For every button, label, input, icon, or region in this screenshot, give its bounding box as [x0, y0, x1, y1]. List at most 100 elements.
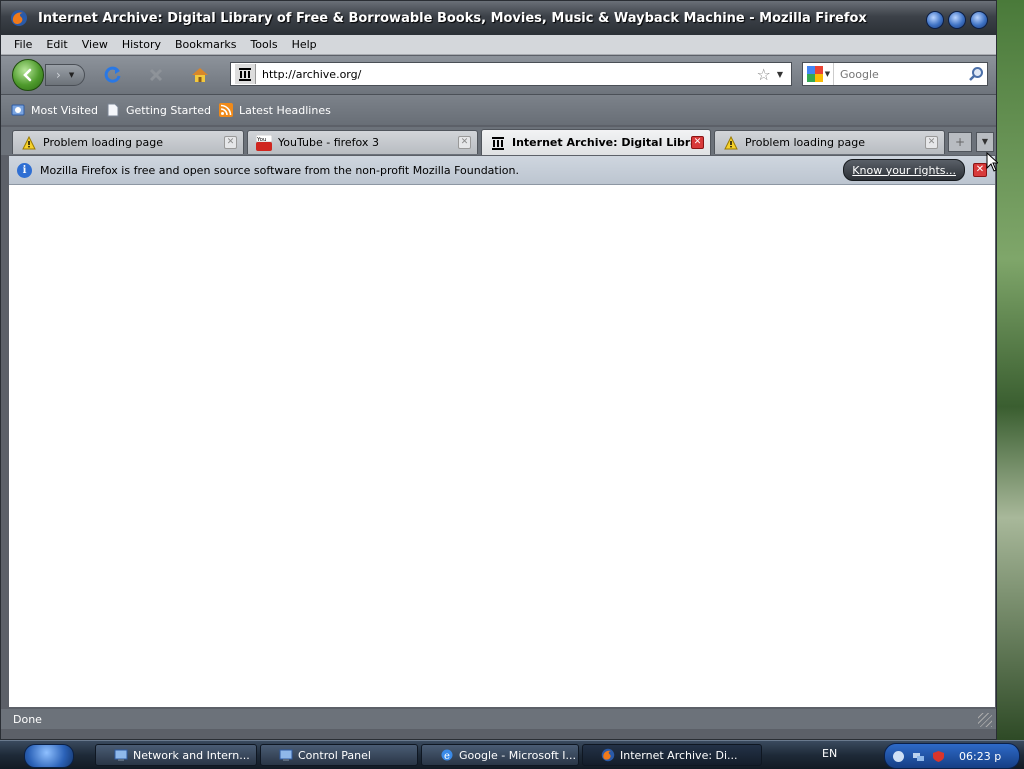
- site-identity-button[interactable]: [235, 64, 256, 84]
- search-engine-button[interactable]: ▼: [803, 63, 834, 85]
- minimize-button[interactable]: [926, 11, 944, 29]
- close-icon[interactable]: ✕: [973, 163, 987, 177]
- reload-icon: [104, 66, 121, 83]
- menu-bookmarks[interactable]: Bookmarks: [168, 38, 243, 51]
- back-button[interactable]: [12, 59, 44, 91]
- title-bar[interactable]: Internet Archive: Digital Library of Fre…: [1, 1, 996, 35]
- task-internet-archive-firefox[interactable]: Internet Archive: Di...: [582, 744, 762, 766]
- bookmark-latest-headlines[interactable]: Latest Headlines: [219, 103, 331, 117]
- search-icon[interactable]: [968, 66, 984, 82]
- stop-icon: [149, 68, 163, 82]
- bookmarks-toolbar: Most Visited Getting Started Latest Head…: [1, 95, 996, 125]
- home-icon: [192, 68, 208, 82]
- clock[interactable]: 06:23 p: [959, 750, 1001, 763]
- ie-icon: e: [440, 748, 454, 762]
- desktop-background: [996, 0, 1024, 740]
- task-network-and-internet[interactable]: Network and Intern...: [95, 744, 257, 766]
- maximize-button[interactable]: [948, 11, 966, 29]
- tab-label: Problem loading page: [745, 136, 865, 149]
- status-bar: Done: [1, 709, 996, 729]
- most-visited-icon: [11, 104, 25, 116]
- task-label: Google - Microsoft I...: [459, 748, 577, 762]
- home-button[interactable]: [190, 65, 210, 85]
- tab-close-icon[interactable]: ✕: [224, 136, 237, 149]
- url-text[interactable]: http://archive.org/: [262, 68, 757, 81]
- language-indicator[interactable]: EN: [822, 747, 837, 760]
- info-icon: i: [17, 162, 32, 178]
- rss-icon: [219, 103, 233, 117]
- history-dropdown-icon[interactable]: ▼: [69, 71, 74, 79]
- task-label: Internet Archive: Di...: [620, 748, 738, 762]
- stop-button[interactable]: [146, 65, 166, 85]
- task-google-ie[interactable]: e Google - Microsoft I...: [421, 744, 579, 766]
- tab-youtube[interactable]: You YouTube - firefox 3 ✕: [247, 130, 478, 154]
- know-your-rights-button[interactable]: Know your rights...: [843, 159, 965, 181]
- archive-icon: [490, 135, 506, 151]
- back-arrow-icon: [23, 68, 32, 82]
- bookmark-star-icon[interactable]: ☆: [757, 65, 771, 84]
- page-icon: [107, 103, 119, 117]
- mouse-cursor-icon: [986, 152, 998, 172]
- tab-close-icon[interactable]: ✕: [458, 136, 471, 149]
- bookmark-label: Most Visited: [31, 103, 98, 117]
- warning-icon: [21, 135, 37, 151]
- menu-file[interactable]: File: [7, 38, 39, 51]
- menu-tools[interactable]: Tools: [243, 38, 284, 51]
- forward-button[interactable]: › ▼: [45, 64, 85, 86]
- menu-bar: File Edit View History Bookmarks Tools H…: [1, 35, 996, 55]
- tab-problem-loading-2[interactable]: Problem loading page ✕: [714, 130, 945, 154]
- task-label: Control Panel: [298, 748, 371, 762]
- svg-text:e: e: [444, 751, 450, 762]
- start-button[interactable]: [24, 744, 74, 768]
- navigation-toolbar: › ▼ http://archive.org/ ☆ ▼ ▼ Google: [1, 56, 996, 95]
- notification-bar: i Mozilla Firefox is free and open sourc…: [9, 156, 995, 185]
- list-all-tabs-button[interactable]: ▼: [976, 132, 994, 152]
- tab-label: Problem loading page: [43, 136, 163, 149]
- notification-text: Mozilla Firefox is free and open source …: [40, 163, 519, 177]
- tab-close-icon[interactable]: ✕: [925, 136, 938, 149]
- network-icon[interactable]: [911, 749, 925, 763]
- google-icon: [806, 66, 823, 82]
- tab-close-icon[interactable]: ✕: [691, 136, 704, 149]
- tab-strip: Problem loading page ✕ You YouTube - fir…: [1, 127, 996, 155]
- bookmark-getting-started[interactable]: Getting Started: [106, 103, 211, 117]
- resize-grip[interactable]: [978, 713, 992, 727]
- tab-internet-archive[interactable]: Internet Archive: Digital Libra... ✕: [481, 129, 711, 155]
- url-bar[interactable]: http://archive.org/ ☆ ▼: [230, 62, 792, 86]
- status-text: Done: [13, 712, 42, 726]
- page-content[interactable]: [9, 185, 995, 707]
- search-input[interactable]: [838, 66, 962, 82]
- search-bar: ▼: [802, 62, 988, 86]
- task-label: Network and Intern...: [133, 748, 250, 762]
- menu-history[interactable]: History: [115, 38, 168, 51]
- bookmark-most-visited[interactable]: Most Visited: [11, 103, 98, 117]
- reload-button[interactable]: [103, 65, 123, 85]
- archive-icon: [239, 68, 251, 81]
- messenger-icon[interactable]: [891, 749, 905, 763]
- warning-icon: [723, 135, 739, 151]
- forward-arrow-icon: ›: [56, 68, 61, 82]
- firefox-icon: [601, 748, 615, 762]
- tab-label: YouTube - firefox 3: [278, 136, 379, 149]
- window-title: Internet Archive: Digital Library of Fre…: [38, 10, 867, 26]
- firefox-window: Internet Archive: Digital Library of Fre…: [0, 0, 997, 740]
- taskbar: Network and Intern... Control Panel e Go…: [0, 740, 1024, 769]
- menu-help[interactable]: Help: [285, 38, 324, 51]
- firefox-icon: [11, 10, 27, 26]
- svg-text:You: You: [256, 137, 266, 143]
- bookmark-label: Getting Started: [125, 103, 211, 117]
- bookmark-label: Latest Headlines: [239, 103, 331, 117]
- menu-view[interactable]: View: [75, 38, 115, 51]
- security-icon[interactable]: [931, 749, 945, 763]
- tab-problem-loading-1[interactable]: Problem loading page ✕: [12, 130, 244, 154]
- system-tray: 06:23 p: [884, 743, 1020, 769]
- menu-edit[interactable]: Edit: [39, 38, 74, 51]
- youtube-icon: You: [256, 134, 272, 151]
- new-tab-button[interactable]: +: [948, 132, 972, 152]
- control-panel-icon: [114, 748, 128, 762]
- task-control-panel[interactable]: Control Panel: [260, 744, 418, 766]
- tab-label: Internet Archive: Digital Libra...: [512, 136, 691, 149]
- close-button[interactable]: [970, 11, 988, 29]
- url-dropdown-icon[interactable]: ▼: [777, 70, 783, 79]
- control-panel-icon: [279, 748, 293, 762]
